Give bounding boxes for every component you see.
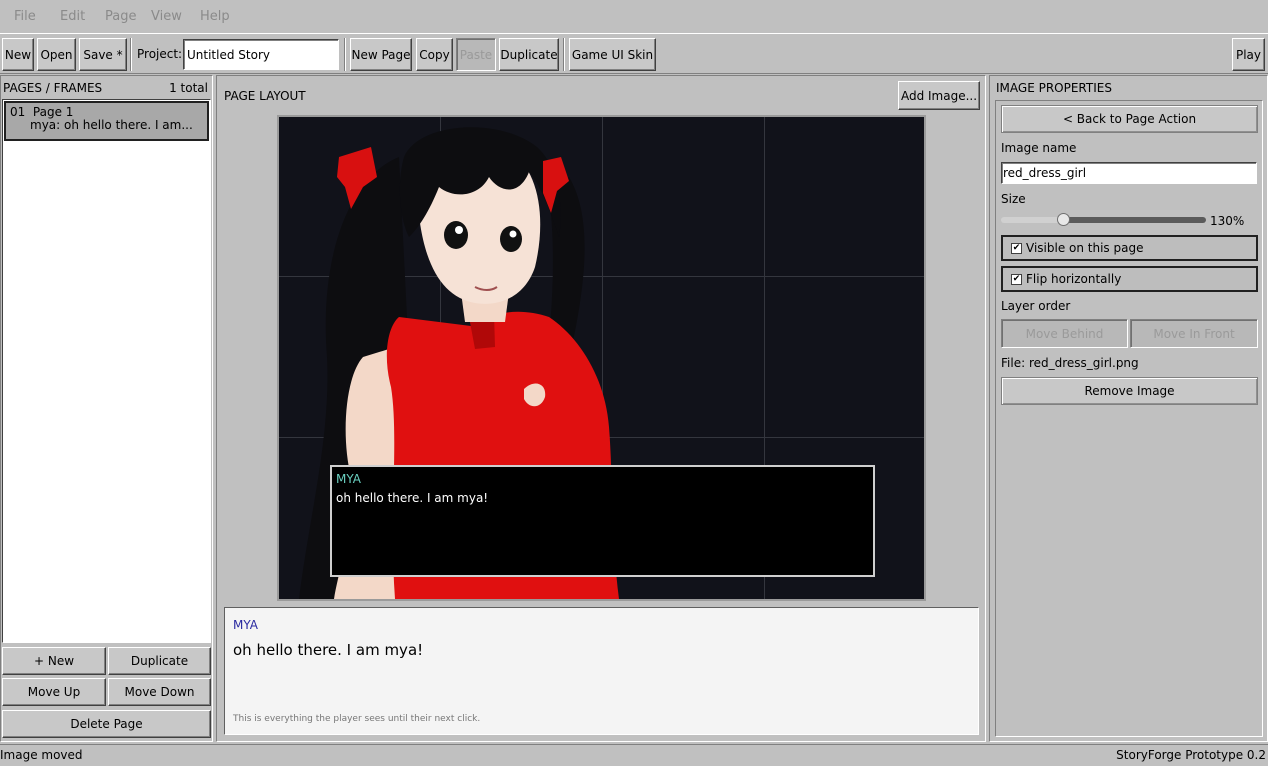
pages-list[interactable]: 01 Page 1 mya: oh hello there. I am...: [2, 99, 211, 643]
menu-help[interactable]: Help: [200, 9, 230, 24]
menu-bar: File Edit Page View Help: [0, 0, 1268, 32]
dialog-speaker-name: MYA: [336, 472, 361, 486]
pages-count: 1 total: [169, 81, 208, 95]
checkmark-icon: ✔: [1011, 273, 1022, 285]
save-button[interactable]: Save *: [79, 38, 127, 71]
image-name-label: Image name: [1001, 141, 1077, 155]
pages-panel: PAGES / FRAMES 1 total 01 Page 1 mya: oh…: [0, 75, 213, 742]
game-ui-skin-button[interactable]: Game UI Skin: [569, 38, 656, 71]
menu-view[interactable]: View: [151, 9, 182, 24]
copy-button[interactable]: Copy: [416, 38, 453, 71]
toolbar-separator: [130, 38, 132, 71]
duplicate-button[interactable]: Duplicate: [499, 38, 559, 71]
new-button[interactable]: New: [2, 38, 34, 71]
paste-button[interactable]: Paste: [456, 38, 496, 71]
move-in-front-button[interactable]: Move In Front: [1130, 319, 1258, 348]
remove-image-button[interactable]: Remove Image: [1001, 377, 1258, 405]
status-message: Image moved: [0, 748, 83, 762]
checkmark-icon: ✔: [1011, 242, 1022, 254]
dialog-text: oh hello there. I am mya!: [336, 491, 489, 505]
toolbar: New Open Save * Project: Untitled Story …: [0, 33, 1268, 74]
preview-hint-text: This is everything the player sees until…: [233, 714, 481, 724]
list-item[interactable]: 01 Page 1 mya: oh hello there. I am...: [4, 101, 209, 141]
preview-speaker-name: MYA: [233, 618, 258, 632]
app-version: StoryForge Prototype 0.2: [1116, 748, 1266, 762]
layer-order-label: Layer order: [1001, 299, 1071, 313]
visible-on-page-label: Visible on this page: [1026, 241, 1144, 255]
dialog-box[interactable]: MYA oh hello there. I am mya!: [330, 465, 875, 577]
page-preview-text: mya: oh hello there. I am...: [30, 118, 193, 132]
image-name-input[interactable]: red_dress_girl: [1001, 162, 1257, 184]
page-canvas[interactable]: MYA oh hello there. I am mya!: [277, 115, 926, 601]
menu-edit[interactable]: Edit: [60, 9, 85, 24]
toolbar-separator: [563, 38, 565, 71]
pages-panel-title: PAGES / FRAMES: [3, 81, 103, 95]
flip-horizontally-label: Flip horizontally: [1026, 272, 1122, 286]
image-properties-body: [995, 100, 1263, 737]
delete-page-button[interactable]: Delete Page: [2, 710, 211, 738]
size-slider-handle[interactable]: [1056, 213, 1070, 226]
menu-file[interactable]: File: [14, 9, 36, 24]
duplicate-page-button[interactable]: Duplicate: [108, 647, 211, 675]
play-button[interactable]: Play: [1232, 38, 1265, 71]
size-label: Size: [1001, 192, 1026, 206]
preview-dialogue-text: oh hello there. I am mya!: [233, 641, 424, 659]
project-label: Project:: [137, 47, 183, 61]
add-image-button[interactable]: Add Image...: [898, 81, 980, 110]
move-behind-button[interactable]: Move Behind: [1001, 319, 1128, 348]
move-down-button[interactable]: Move Down: [108, 678, 211, 706]
size-slider[interactable]: [1001, 213, 1206, 226]
size-value: 130%: [1210, 214, 1245, 228]
flip-horizontally-checkbox[interactable]: ✔ Flip horizontally: [1001, 266, 1258, 292]
dialogue-preview: MYA oh hello there. I am mya! This is ev…: [224, 607, 979, 735]
toolbar-separator: [344, 38, 346, 71]
image-properties-title: IMAGE PROPERTIES: [996, 81, 1112, 95]
new-page-list-button[interactable]: + New: [2, 647, 106, 675]
project-name-input[interactable]: Untitled Story: [183, 39, 339, 70]
open-button[interactable]: Open: [37, 38, 76, 71]
menu-page[interactable]: Page: [105, 9, 136, 24]
back-to-page-action-button[interactable]: < Back to Page Action: [1001, 105, 1258, 133]
image-file-name: File: red_dress_girl.png: [1001, 356, 1139, 370]
visible-on-page-checkbox[interactable]: ✔ Visible on this page: [1001, 235, 1258, 261]
status-bar: Image moved StoryForge Prototype 0.2: [0, 744, 1268, 766]
new-page-button[interactable]: New Page: [350, 38, 412, 71]
move-up-button[interactable]: Move Up: [2, 678, 106, 706]
page-layout-title: PAGE LAYOUT: [224, 89, 306, 103]
